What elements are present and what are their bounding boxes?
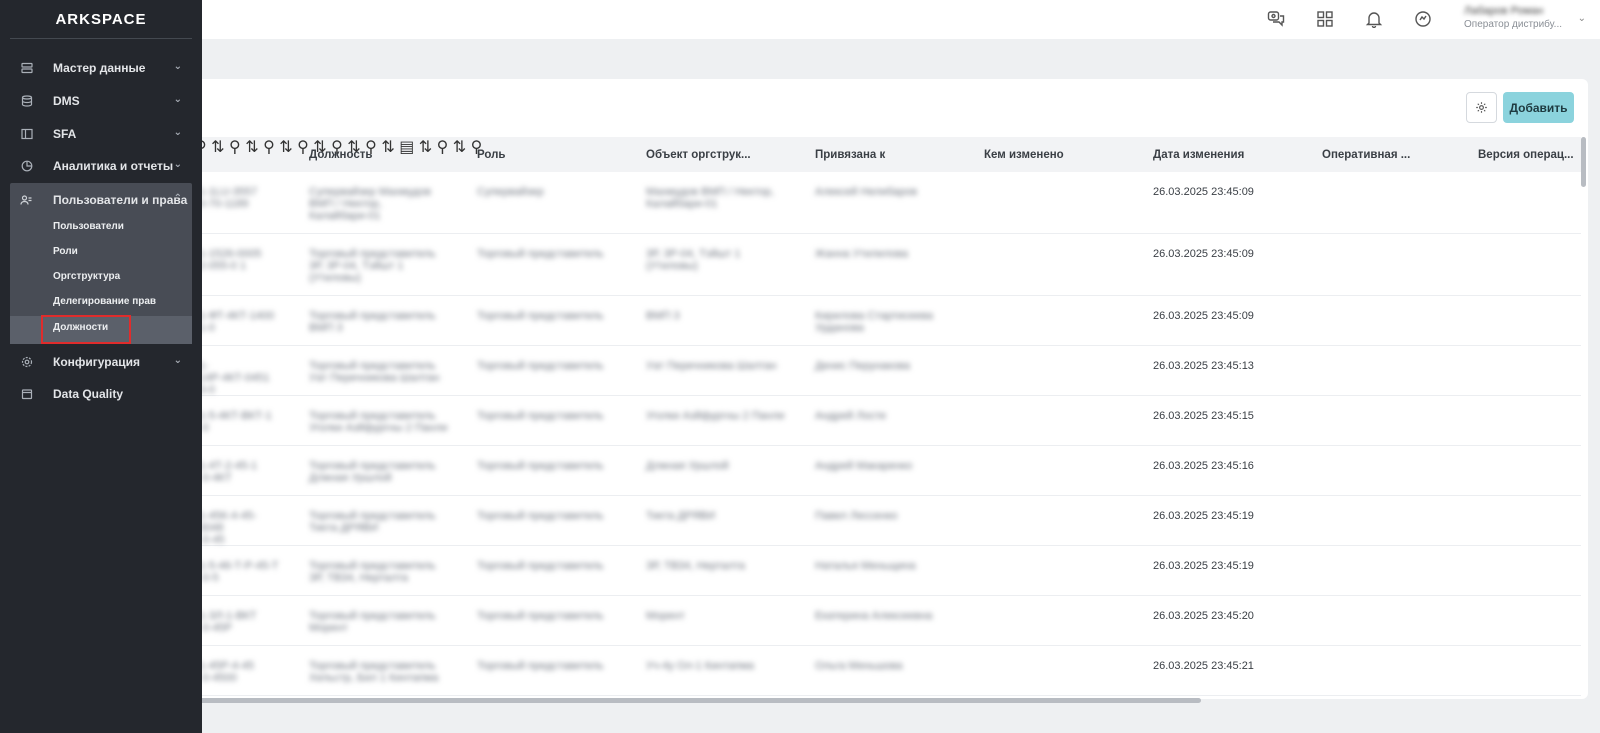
change-date: 26.03.2025 23:45:09 [1153, 310, 1254, 322]
calendar-icon [20, 387, 33, 400]
sidebar-item-label: Аналитика и отчеты [53, 158, 174, 173]
app-logo[interactable]: ARKSPACE [0, 11, 202, 28]
user-role: Оператор дистрибу... [1464, 19, 1563, 30]
column-header-change-date[interactable]: Дата изменения [1153, 137, 1244, 172]
column-header-operation-version[interactable]: Версия операц... [1478, 137, 1574, 172]
table-row[interactable]: 1-5-46-Т-Р-45-Т -0-5 Торговый представит… [195, 546, 1581, 596]
column-header-changed-by[interactable]: Кем изменено [984, 137, 1064, 172]
chevron-down-icon: ⌄ [173, 61, 182, 72]
column-header-bound-to[interactable]: Привязана к [815, 137, 885, 172]
sidebar-subitem-users[interactable]: Пользователи [53, 221, 124, 232]
search-icon[interactable]: ⚲ [229, 139, 241, 156]
change-date: 26.03.2025 23:45:16 [1153, 460, 1254, 472]
table-row[interactable]: 1-14Р-4КТ-0451 3-0 Торговый представител… [195, 346, 1581, 396]
table-row[interactable]: 1-5-4КТ-ВКТ-1 -0 Торговый представитель … [195, 396, 1581, 446]
sidebar-subitem-delegation[interactable]: Делегирование прав [53, 296, 156, 307]
table-row[interactable]: 1-45Р-4-45 -0-4500 Торговый представител… [195, 646, 1581, 696]
apps-grid-icon[interactable] [1314, 8, 1336, 30]
column-header-org-object[interactable]: Объект оргструк... [646, 137, 751, 172]
gear-icon [1476, 102, 1487, 113]
server-icon [20, 61, 33, 74]
database-icon [20, 94, 33, 107]
sort-icon[interactable]: ⇅ [453, 139, 466, 156]
table-row[interactable]: 1-4Т-2-45-1 -0-4КТ Торговый представител… [195, 446, 1581, 496]
table-row[interactable]: 1-1LU-3557 0-70-1189 Супервайзер Махмудо… [195, 172, 1581, 234]
change-date: 26.03.2025 23:45:15 [1153, 410, 1254, 422]
gear-icon [20, 355, 33, 368]
column-header-operational[interactable]: Оперативная ... [1322, 137, 1410, 172]
sidebar-item-users-rights[interactable]: Пользователи и права ⌃ [10, 183, 192, 216]
sidebar-item-dms[interactable]: DMS ⌄ [10, 84, 192, 117]
sidebar-subitem-orgstructure[interactable]: Оргструктура [53, 271, 120, 282]
sort-icon[interactable]: ⇅ [381, 139, 394, 156]
sort-icon[interactable]: ⇅ [279, 139, 292, 156]
sort-icon[interactable]: ⇅ [211, 139, 224, 156]
columns-icon [20, 127, 33, 140]
sidebar-item-analytics[interactable]: Аналитика и отчеты ⌄ [10, 149, 192, 182]
chevron-down-icon: ⌄ [173, 355, 182, 366]
chevron-down-icon: ⌄ [1577, 13, 1586, 24]
horizontal-scrollbar[interactable] [195, 698, 1201, 703]
column-header-position[interactable]: Должность [309, 137, 372, 172]
sidebar-item-configuration[interactable]: Конфигурация ⌄ [10, 345, 192, 378]
change-date: 26.03.2025 23:45:20 [1153, 610, 1254, 622]
table-row[interactable]: 1-ЗЛ-1-ВКТ -0-45Р Торговый представитель… [195, 596, 1581, 646]
sidebar-item-label: SFA [53, 126, 77, 141]
search-icon[interactable]: ⚲ [263, 139, 275, 156]
divider [10, 38, 192, 39]
table-settings-button[interactable] [1466, 92, 1497, 123]
sort-icon[interactable]: ⇅ [245, 139, 258, 156]
chevron-up-icon: ⌃ [173, 193, 182, 204]
change-date: 26.03.2025 23:45:19 [1153, 510, 1254, 522]
chat-icon[interactable] [1265, 8, 1287, 30]
sidebar-item-master-data[interactable]: Мастер данные ⌄ [10, 51, 192, 84]
calendar-filter-icon[interactable]: ▤ [399, 139, 414, 156]
chevron-down-icon: ⌄ [173, 159, 182, 170]
bell-icon[interactable] [1363, 8, 1385, 30]
user-name: Лабаров Роман [1464, 5, 1544, 17]
selection-highlight-box [41, 315, 131, 344]
chevron-down-icon: ⌄ [173, 127, 182, 138]
user-menu[interactable]: Лабаров Роман Оператор дистрибу... ⌄ [1464, 5, 1594, 33]
chevron-down-icon: ⌄ [173, 94, 182, 105]
sidebar-item-label: DMS [53, 93, 80, 108]
vertical-scrollbar[interactable] [1581, 137, 1586, 187]
column-header-role[interactable]: Роль [477, 137, 506, 172]
sidebar-item-label: Data Quality [53, 386, 124, 401]
search-icon[interactable]: ⚲ [297, 139, 309, 156]
sidebar-item-label: Пользователи и права [53, 192, 188, 207]
sidebar-item-label: Мастер данные [53, 60, 146, 75]
table-row[interactable]: 1-1526-0005 2-055-0 1 Торговый представи… [195, 234, 1581, 296]
table-row[interactable]: 1-ФТ-4КТ-1400 1-0 Торговый представитель… [195, 296, 1581, 346]
sidebar-item-data-quality[interactable]: Data Quality [10, 377, 192, 410]
top-header: Лабаров Роман Оператор дистрибу... ⌄ [0, 0, 1600, 39]
search-icon[interactable]: ⚲ [437, 139, 449, 156]
table-row[interactable]: 1-45К-4-45-3048 -0-45 Торговый представи… [195, 496, 1581, 546]
change-date: 26.03.2025 23:45:09 [1153, 248, 1254, 260]
sort-icon[interactable]: ⇅ [419, 139, 432, 156]
change-date: 26.03.2025 23:45:13 [1153, 360, 1254, 372]
add-button[interactable]: Добавить [1503, 92, 1574, 123]
change-date: 26.03.2025 23:45:09 [1153, 186, 1254, 198]
change-date: 26.03.2025 23:45:21 [1153, 660, 1254, 672]
sidebar-item-label: Конфигурация [53, 354, 141, 369]
change-date: 26.03.2025 23:45:19 [1153, 560, 1254, 572]
sidebar-item-sfa[interactable]: SFA ⌄ [10, 117, 192, 150]
sync-icon[interactable] [1412, 8, 1434, 30]
sidebar: ARKSPACE Мастер данные ⌄ DMS ⌄ SFA ⌄ Ана… [0, 0, 202, 733]
pie-chart-icon [20, 159, 33, 172]
users-icon [20, 193, 33, 206]
sidebar-subitem-roles[interactable]: Роли [53, 246, 78, 257]
table-header: ⚲ ⇅ Должность ⚲ ⇅ Роль ⚲ ⇅ Объект оргстр… [195, 137, 1581, 172]
